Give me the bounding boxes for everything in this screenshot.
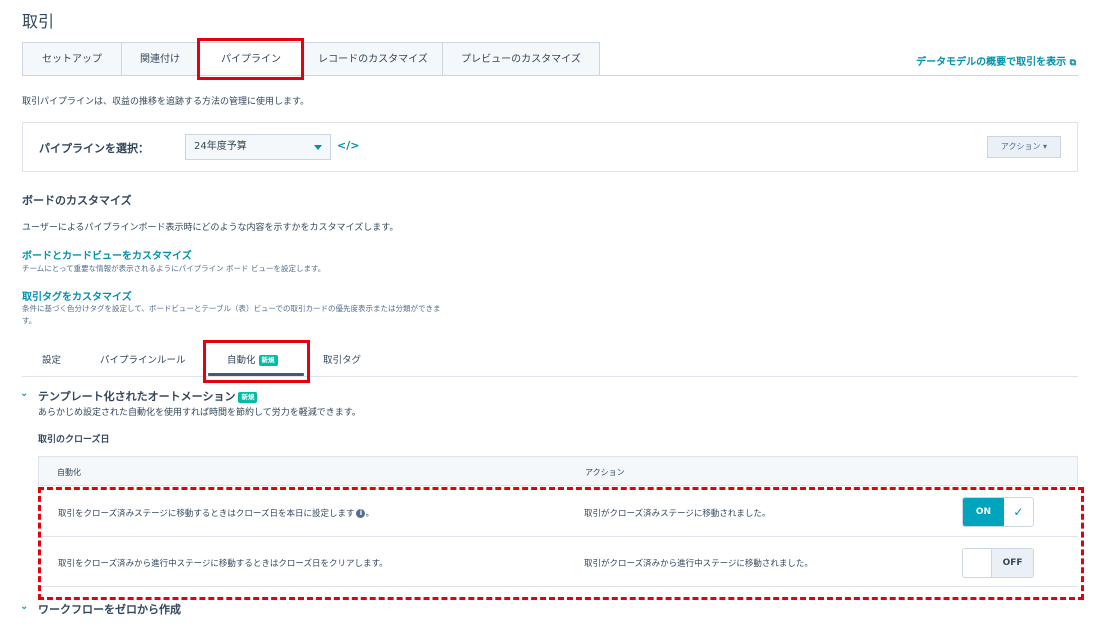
subtab-deal-tags[interactable]: 取引タグ: [323, 352, 361, 366]
caret-down-icon: [314, 145, 322, 150]
customize-board-link[interactable]: ボードとカードビューをカスタマイズ: [22, 247, 192, 262]
external-link[interactable]: データモデルの概要で取引を表示 ⧉: [916, 53, 1076, 68]
pipeline-panel: パイプラインを選択： 24年度予算 </> アクション ▾: [22, 122, 1078, 172]
external-link-label: データモデルの概要で取引を表示: [916, 57, 1067, 68]
templates-heading: テンプレート化されたオートメーション 新規: [38, 388, 258, 404]
chevron-down-icon[interactable]: ⌄: [20, 601, 28, 612]
highlight-pipeline-tab: [197, 38, 304, 80]
tab-setup[interactable]: セットアップ: [22, 42, 122, 76]
workflow-heading: ワークフローをゼロから作成: [38, 603, 181, 616]
column-automation: 自動化: [57, 468, 81, 477]
pipeline-label: パイプラインを選択：: [39, 142, 149, 155]
actions-button[interactable]: アクション ▾: [987, 136, 1061, 158]
main-tabs: セットアップ 関連付け パイプライン レコードのカスタマイズ プレビューのカスタ…: [22, 42, 600, 76]
tab-preview-customize[interactable]: プレビューのカスタマイズ: [442, 42, 600, 76]
highlight-automation-tab: [203, 340, 310, 383]
board-description: ユーザーによるパイプラインボード表示時にどのような内容を示すかをカスタマイズしま…: [22, 223, 399, 233]
customize-tags-link[interactable]: 取引タグをカスタマイズ: [22, 288, 132, 303]
subtab-pipeline-rules[interactable]: パイプラインルール: [100, 352, 186, 366]
external-link-icon: ⧉: [1069, 58, 1076, 68]
column-action: アクション: [585, 468, 625, 477]
subtabs-divider: [22, 376, 1078, 377]
tab-associations[interactable]: 関連付け: [121, 42, 199, 76]
tabs-divider: [22, 75, 1078, 76]
templates-description: あらかじめ設定された自動化を使用すれば時間を節約して労力を軽減できます。: [38, 408, 361, 418]
customize-board-desc: チームにとって重要な情報が表示されるようにパイプライン ボード ビューを設定しま…: [22, 264, 326, 273]
templates-heading-label: テンプレート化されたオートメーション: [38, 390, 236, 403]
tab-record-customize[interactable]: レコードのカスタマイズ: [303, 42, 443, 76]
pipeline-select-value: 24年度予算: [194, 141, 247, 152]
chevron-down-icon[interactable]: ⌄: [20, 388, 28, 399]
pipeline-select[interactable]: 24年度予算: [185, 134, 331, 160]
new-badge: 新規: [238, 391, 258, 403]
embed-code-icon[interactable]: </>: [337, 139, 359, 152]
subtab-settings[interactable]: 設定: [42, 352, 61, 366]
board-heading: ボードのカスタマイズ: [22, 194, 132, 207]
customize-tags-desc: 条件に基づく色分けタグを設定して、ボードビューとテーブル（表）ビューでの取引カー…: [22, 304, 441, 325]
close-date-heading: 取引のクローズ日: [38, 435, 110, 445]
page-description: 取引パイプラインは、収益の推移を追跡する方法の管理に使用します。: [22, 97, 310, 107]
page-title: 取引: [22, 12, 55, 31]
table-header: 自動化 アクション: [38, 456, 1078, 486]
highlight-automation-rows: [38, 487, 1084, 600]
